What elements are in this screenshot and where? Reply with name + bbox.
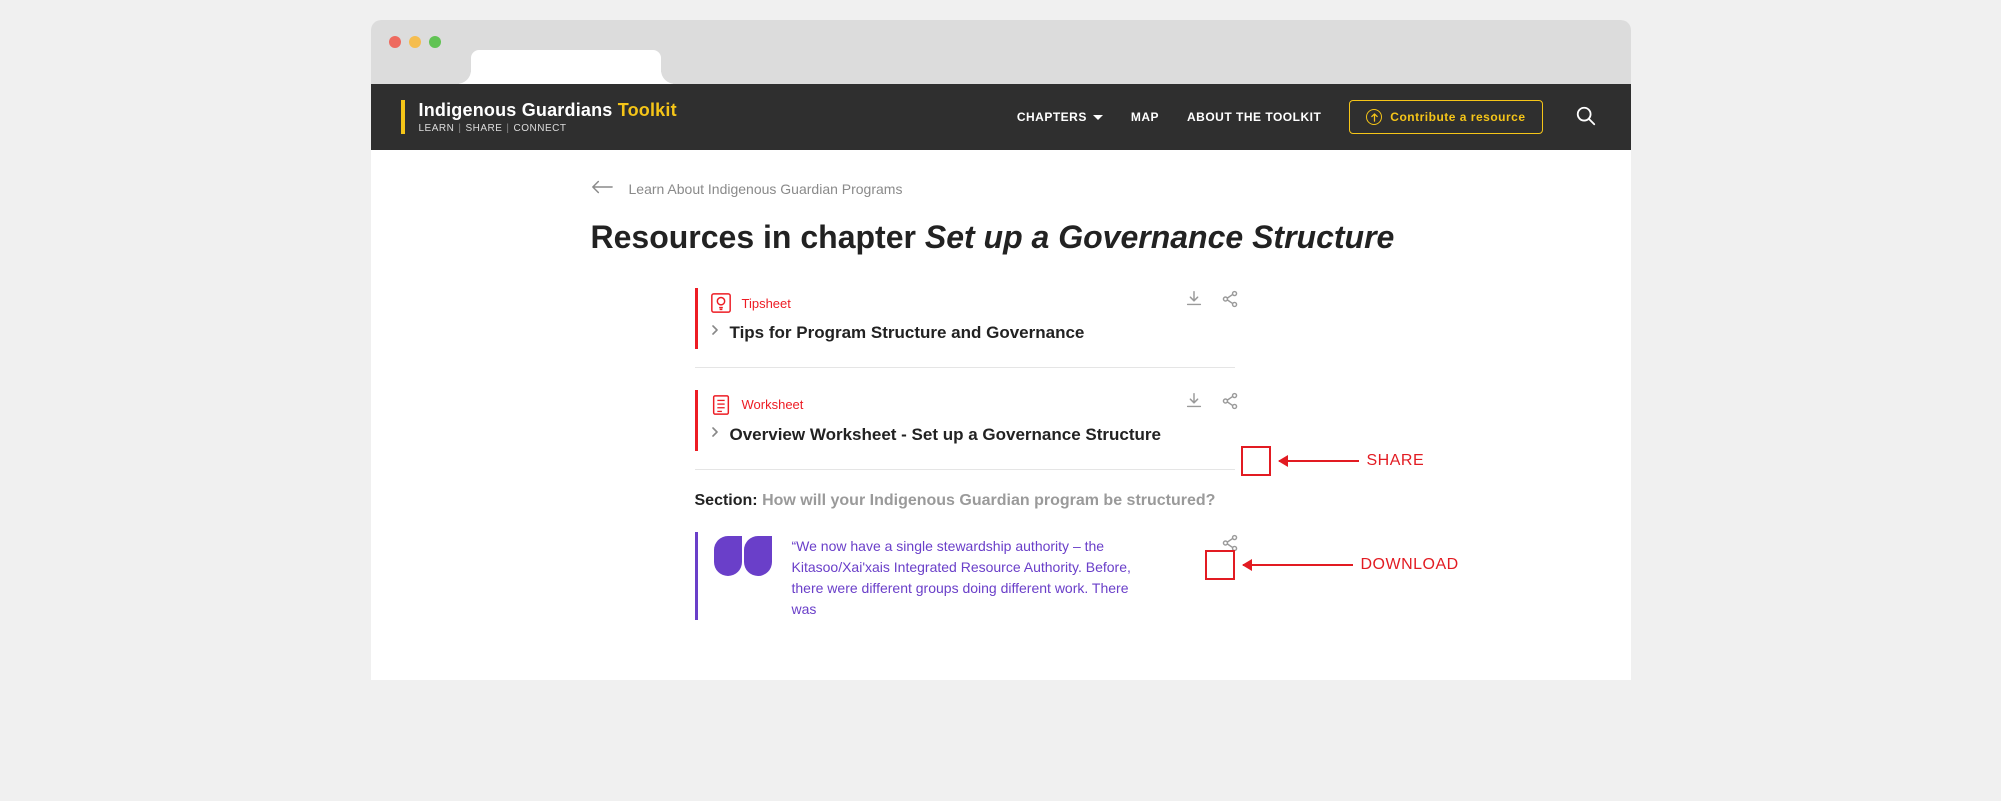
search-icon (1575, 105, 1597, 127)
breadcrumb-label: Learn About Indigenous Guardian Programs (629, 181, 903, 197)
brand-tagline: LEARN|SHARE|CONNECT (419, 123, 677, 134)
divider (695, 367, 1235, 368)
chevron-right-icon[interactable] (710, 322, 720, 340)
brand-name: Indigenous Guardians (419, 100, 618, 120)
section-heading: Section: How will your Indigenous Guardi… (695, 492, 1235, 510)
browser-window: Indigenous Guardians Toolkit LEARN|SHARE… (371, 20, 1631, 680)
arrow-left-icon (591, 180, 613, 197)
nav-about[interactable]: ABOUT THE TOOLKIT (1187, 110, 1321, 124)
brand-accent: Toolkit (618, 100, 677, 120)
site-header: Indigenous Guardians Toolkit LEARN|SHARE… (371, 84, 1631, 150)
page-content: Learn About Indigenous Guardian Programs… (371, 150, 1631, 680)
resource-title[interactable]: Overview Worksheet - Set up a Governance… (730, 424, 1161, 447)
nav-chapters[interactable]: CHAPTERS (1017, 110, 1103, 124)
resource-item-quote: “We now have a single stewardship author… (695, 532, 1235, 620)
nav-map[interactable]: MAP (1131, 110, 1159, 124)
resource-type: Worksheet (742, 397, 804, 412)
share-button[interactable] (1219, 390, 1241, 412)
share-button[interactable] (1219, 288, 1241, 310)
search-button[interactable] (1571, 101, 1601, 134)
quote-text: “We now have a single stewardship author… (792, 536, 1132, 620)
primary-nav: CHAPTERS MAP ABOUT THE TOOLKIT Contribut… (1017, 100, 1601, 134)
resource-title[interactable]: Tips for Program Structure and Governanc… (730, 322, 1085, 345)
document-icon (710, 394, 732, 416)
window-controls (389, 36, 441, 48)
chevron-down-icon (1093, 115, 1103, 120)
upload-icon (1366, 109, 1382, 125)
download-button[interactable] (1183, 288, 1205, 310)
brand[interactable]: Indigenous Guardians Toolkit LEARN|SHARE… (401, 100, 677, 134)
share-button[interactable] (1219, 532, 1241, 554)
lightbulb-icon (710, 292, 732, 314)
browser-tab[interactable] (471, 50, 661, 84)
contribute-button[interactable]: Contribute a resource (1349, 100, 1542, 134)
resource-type: Tipsheet (742, 296, 791, 311)
quote-icon (714, 536, 772, 620)
divider (695, 469, 1235, 470)
close-window-icon[interactable] (389, 36, 401, 48)
resource-item-tipsheet: Tipsheet Tips for Program Structure and … (695, 288, 1235, 349)
maximize-window-icon[interactable] (429, 36, 441, 48)
resource-item-worksheet: Worksheet Overview Worksheet - Set up a … (695, 390, 1235, 451)
download-button[interactable] (1183, 390, 1205, 412)
breadcrumb-back[interactable]: Learn About Indigenous Guardian Programs (591, 180, 1411, 197)
browser-chrome (371, 20, 1631, 84)
minimize-window-icon[interactable] (409, 36, 421, 48)
page-title: Resources in chapter Set up a Governance… (591, 219, 1411, 256)
chevron-right-icon[interactable] (710, 424, 720, 442)
resource-list: Tipsheet Tips for Program Structure and … (695, 288, 1235, 620)
